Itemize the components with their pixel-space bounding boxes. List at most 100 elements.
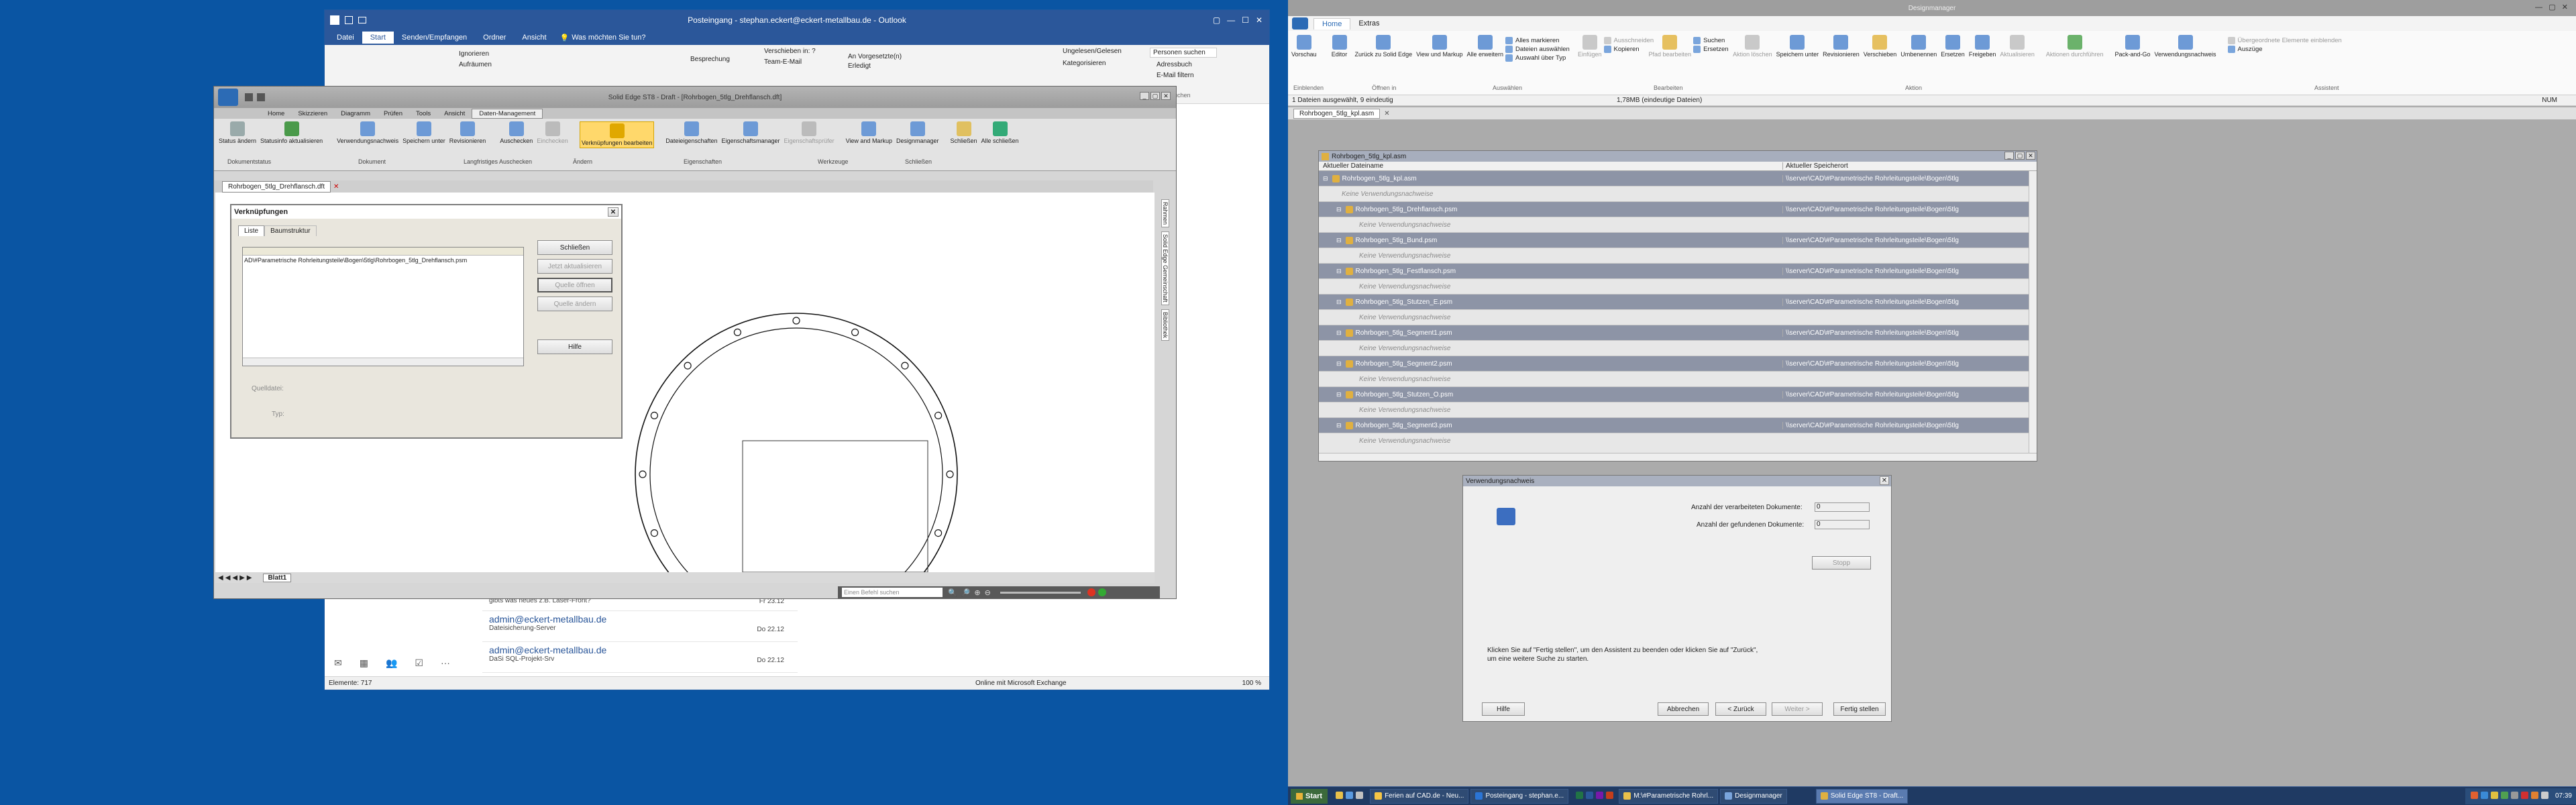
paste-button[interactable]: Einfügen: [1578, 35, 1602, 58]
delete-action-button[interactable]: Aktion löschen: [1733, 35, 1772, 58]
links-hscrollbar[interactable]: [243, 358, 523, 366]
expand-icon[interactable]: ⊟: [1336, 237, 1342, 244]
release-button[interactable]: Freigeben: [1969, 35, 1996, 58]
preview-button[interactable]: Vorschau: [1291, 35, 1317, 58]
sheet-tab[interactable]: Blatt1: [263, 573, 292, 582]
side-tab-frame[interactable]: Rahmen: [1161, 199, 1169, 228]
se-window-controls[interactable]: _ ▢ ✕: [1138, 92, 1171, 100]
command-search-input[interactable]: Einen Befehl suchen: [842, 588, 943, 597]
zoom-slider[interactable]: [1000, 591, 1081, 594]
find-button[interactable]: Suchen: [1693, 36, 1731, 45]
editor-button[interactable]: Editor: [1328, 35, 1351, 58]
links-dialog-close-icon[interactable]: ✕: [608, 207, 619, 217]
dm-file-row[interactable]: ⊟ Rohrbogen_5tlg_Bund.psm \\server\CAD\#Pa…: [1319, 233, 2029, 248]
cleanup-button[interactable]: Aufräumen: [459, 61, 492, 68]
mail-item[interactable]: admin@eckert-metallbau.de DaSi SQL-Proje…: [482, 642, 798, 673]
mail-item[interactable]: admin@eckert-metallbau.de Dateisicherung…: [482, 611, 798, 642]
close-dialog-button[interactable]: Schließen: [537, 240, 612, 255]
open-source-button[interactable]: Quelle öffnen: [537, 278, 612, 292]
zoom-tools-icon[interactable]: 🔍🔎⊕⊖: [948, 588, 995, 597]
property-manager-button[interactable]: Eigenschaftsmanager: [721, 121, 780, 144]
wizard-help-button[interactable]: Hilfe: [1482, 702, 1525, 716]
dm-where-used-button[interactable]: Verwendungsnachweis: [2154, 35, 2216, 58]
close-button[interactable]: Schließen: [951, 121, 977, 144]
move-button[interactable]: Verschieben: [1864, 35, 1896, 58]
perform-actions-button[interactable]: Aktionen durchführen: [2046, 35, 2103, 58]
unread-button[interactable]: Ungelesen/Gelesen: [1063, 48, 1122, 55]
dm-no-usage-row[interactable]: Keine Verwendungsnachweise: [1319, 372, 2029, 387]
edit-links-button[interactable]: Verknüpfungen bearbeiten: [579, 121, 655, 148]
se-tab-diagram[interactable]: Diagramm: [334, 110, 377, 117]
wizard-back-button[interactable]: < Zurück: [1715, 702, 1766, 716]
quickstep-done[interactable]: Erledigt: [848, 62, 871, 70]
stop-icon[interactable]: [1087, 588, 1095, 596]
start-button[interactable]: Start: [1291, 788, 1328, 804]
excerpts-button[interactable]: Auszüge: [2227, 45, 2382, 54]
dm-file-row[interactable]: ⊟ Rohrbogen_5tlg_Stutzen_E.psm \\server\CA…: [1319, 294, 2029, 310]
office-icons[interactable]: [1574, 791, 1615, 801]
expand-icon[interactable]: ⊟: [1323, 175, 1328, 182]
where-used-button[interactable]: Verwendungsnachweis: [337, 121, 398, 144]
addressbook-button[interactable]: Adressbuch: [1157, 61, 1192, 68]
tasks-icon[interactable]: ☑: [415, 657, 423, 669]
categorize-button[interactable]: Kategorisieren: [1063, 60, 1106, 67]
se-tab-sketch[interactable]: Skizzieren: [291, 110, 334, 117]
tray-icons[interactable]: [2469, 791, 2550, 801]
status-change-button[interactable]: Status ändern: [219, 121, 256, 144]
se-tab-inspect[interactable]: Prüfen: [377, 110, 409, 117]
view-markup-button[interactable]: View and Markup: [846, 121, 892, 144]
meeting-button[interactable]: Besprechung: [690, 56, 730, 63]
se-tab-view[interactable]: Ansicht: [437, 110, 472, 117]
side-tab-community[interactable]: Solid Edge Gemeinschaft: [1161, 231, 1169, 305]
calendar-icon[interactable]: ▦: [360, 657, 368, 669]
dm-no-usage-row[interactable]: Keine Verwendungsnachweise: [1319, 310, 2029, 325]
quickstep-team[interactable]: Team-E-Mail: [764, 58, 802, 66]
dm-table-controls[interactable]: _ ▢ ✕: [2003, 152, 2035, 160]
links-list-item[interactable]: AD\#Parametrische Rohrleitungsteile\Boge…: [243, 256, 523, 265]
expand-icon[interactable]: ⊟: [1336, 329, 1342, 337]
back-to-se-button[interactable]: Zurück zu Solid Edge: [1355, 35, 1412, 58]
replace-small-button[interactable]: Ersetzen: [1693, 45, 1731, 54]
select-by-type-button[interactable]: Auswahl über Typ: [1505, 54, 1576, 62]
dm-save-as-button[interactable]: Speichern unter: [1776, 35, 1819, 58]
search-people-input[interactable]: Personen suchen: [1150, 48, 1217, 58]
dm-file-row[interactable]: ⊟ Rohrbogen_5tlg_Segment3.psm \\server\CAD…: [1319, 418, 2029, 433]
dm-doc-tab[interactable]: Rohrbogen_5tlg_kpl.asm: [1293, 108, 1381, 119]
save-as-button[interactable]: Speichern unter: [402, 121, 445, 144]
stop-button[interactable]: Stopp: [1812, 556, 1871, 570]
taskbar-item-active[interactable]: Solid Edge ST8 - Draft...: [1815, 788, 1909, 804]
dm-revise-button[interactable]: Revisionieren: [1823, 35, 1860, 58]
expand-icon[interactable]: ⊟: [1336, 206, 1342, 213]
dm-doc-close-icon[interactable]: ✕: [1384, 110, 1389, 117]
help-button[interactable]: Hilfe: [537, 339, 612, 354]
change-source-button[interactable]: Quelle ändern: [537, 297, 612, 311]
tab-start[interactable]: Start: [362, 32, 394, 44]
edit-path-button[interactable]: Pfad bearbeiten: [1649, 35, 1691, 58]
wizard-close-icon[interactable]: ✕: [1880, 476, 1889, 485]
se-tab-tools[interactable]: Tools: [409, 110, 437, 117]
file-properties-button[interactable]: Dateieigenschaften: [665, 121, 717, 144]
dm-table-vscrollbar[interactable]: [2029, 171, 2037, 453]
col-location[interactable]: Aktueller Speicherort: [1783, 162, 1848, 170]
update-now-button[interactable]: Jetzt aktualisieren: [537, 259, 612, 274]
dm-tab-home[interactable]: Home: [1313, 17, 1351, 30]
quicklaunch-icons[interactable]: [1334, 791, 1364, 801]
dm-no-usage-row[interactable]: Keine Verwendungsnachweise: [1319, 217, 2029, 233]
more-icon[interactable]: ···: [441, 657, 450, 668]
dm-file-row[interactable]: ⊟ Rohrbogen_5tlg_Drehflansch.psm \\server\…: [1319, 202, 2029, 217]
dm-file-row[interactable]: ⊟ Rohrbogen_5tlg_Segment1.psm \\server\CAD…: [1319, 325, 2029, 341]
taskbar-item[interactable]: Ferien auf CAD.de - Neu...: [1370, 788, 1469, 804]
tab-tree[interactable]: Baumstruktur: [264, 225, 317, 236]
copy-button[interactable]: Kopieren: [1603, 45, 1647, 54]
expand-icon[interactable]: ⊟: [1336, 299, 1342, 306]
tab-datei[interactable]: Datei: [329, 34, 362, 42]
tab-view[interactable]: Ansicht: [514, 34, 554, 42]
design-manager-button[interactable]: Designmanager: [896, 121, 939, 144]
update-button[interactable]: Aktualisieren: [2000, 35, 2035, 58]
expand-all-button[interactable]: Alle erweitern: [1466, 35, 1503, 58]
show-parents-button[interactable]: Übergeordnete Elemente einblenden: [2227, 36, 2382, 45]
revise-button[interactable]: Revisionieren: [449, 121, 486, 144]
select-files-button[interactable]: Dateien auswählen: [1505, 45, 1576, 54]
window-controls[interactable]: ▢ — ☐ ✕: [1213, 15, 1263, 25]
se-tab-data-management[interactable]: Daten-Management: [472, 108, 543, 119]
